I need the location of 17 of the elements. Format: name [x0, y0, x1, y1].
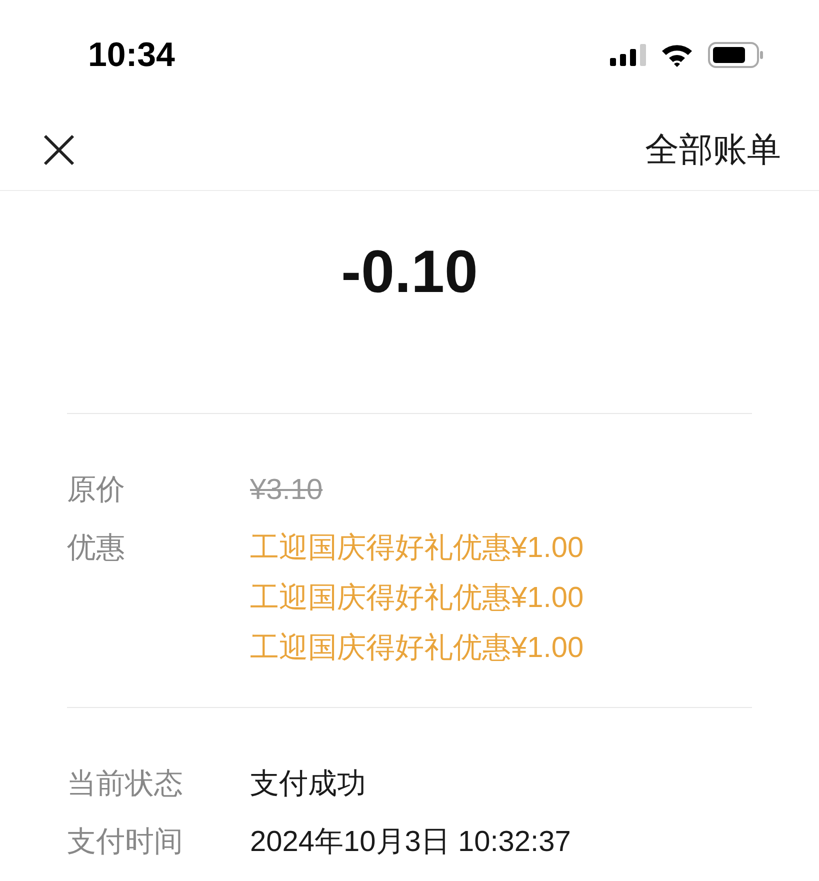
discount-text: 工迎国庆得好礼优惠¥1.00 — [250, 531, 584, 566]
status-time: 10:34 — [88, 36, 175, 74]
detail-label: 原价 — [67, 473, 126, 508]
discount-text: 工迎国庆得好礼优惠¥1.00 — [250, 581, 584, 616]
signal-icon — [610, 44, 646, 66]
detail-value: 2024年10月3日 10:32:37 — [250, 825, 571, 860]
original-price: ¥3.10 — [250, 473, 323, 508]
detail-label: 优惠 — [67, 531, 126, 566]
detail-label: 支付时间 — [67, 825, 184, 860]
amount: -0.10 — [340, 237, 479, 307]
battery-icon — [708, 42, 764, 68]
all-bills-link[interactable]: 全部账单 — [645, 127, 781, 173]
discount-text: 工迎国庆得好礼优惠¥1.00 — [250, 631, 584, 666]
detail-value: 支付成功 — [250, 767, 366, 802]
close-button[interactable] — [42, 133, 76, 167]
detail-label: 当前状态 — [67, 767, 184, 802]
wifi-icon — [660, 43, 694, 67]
